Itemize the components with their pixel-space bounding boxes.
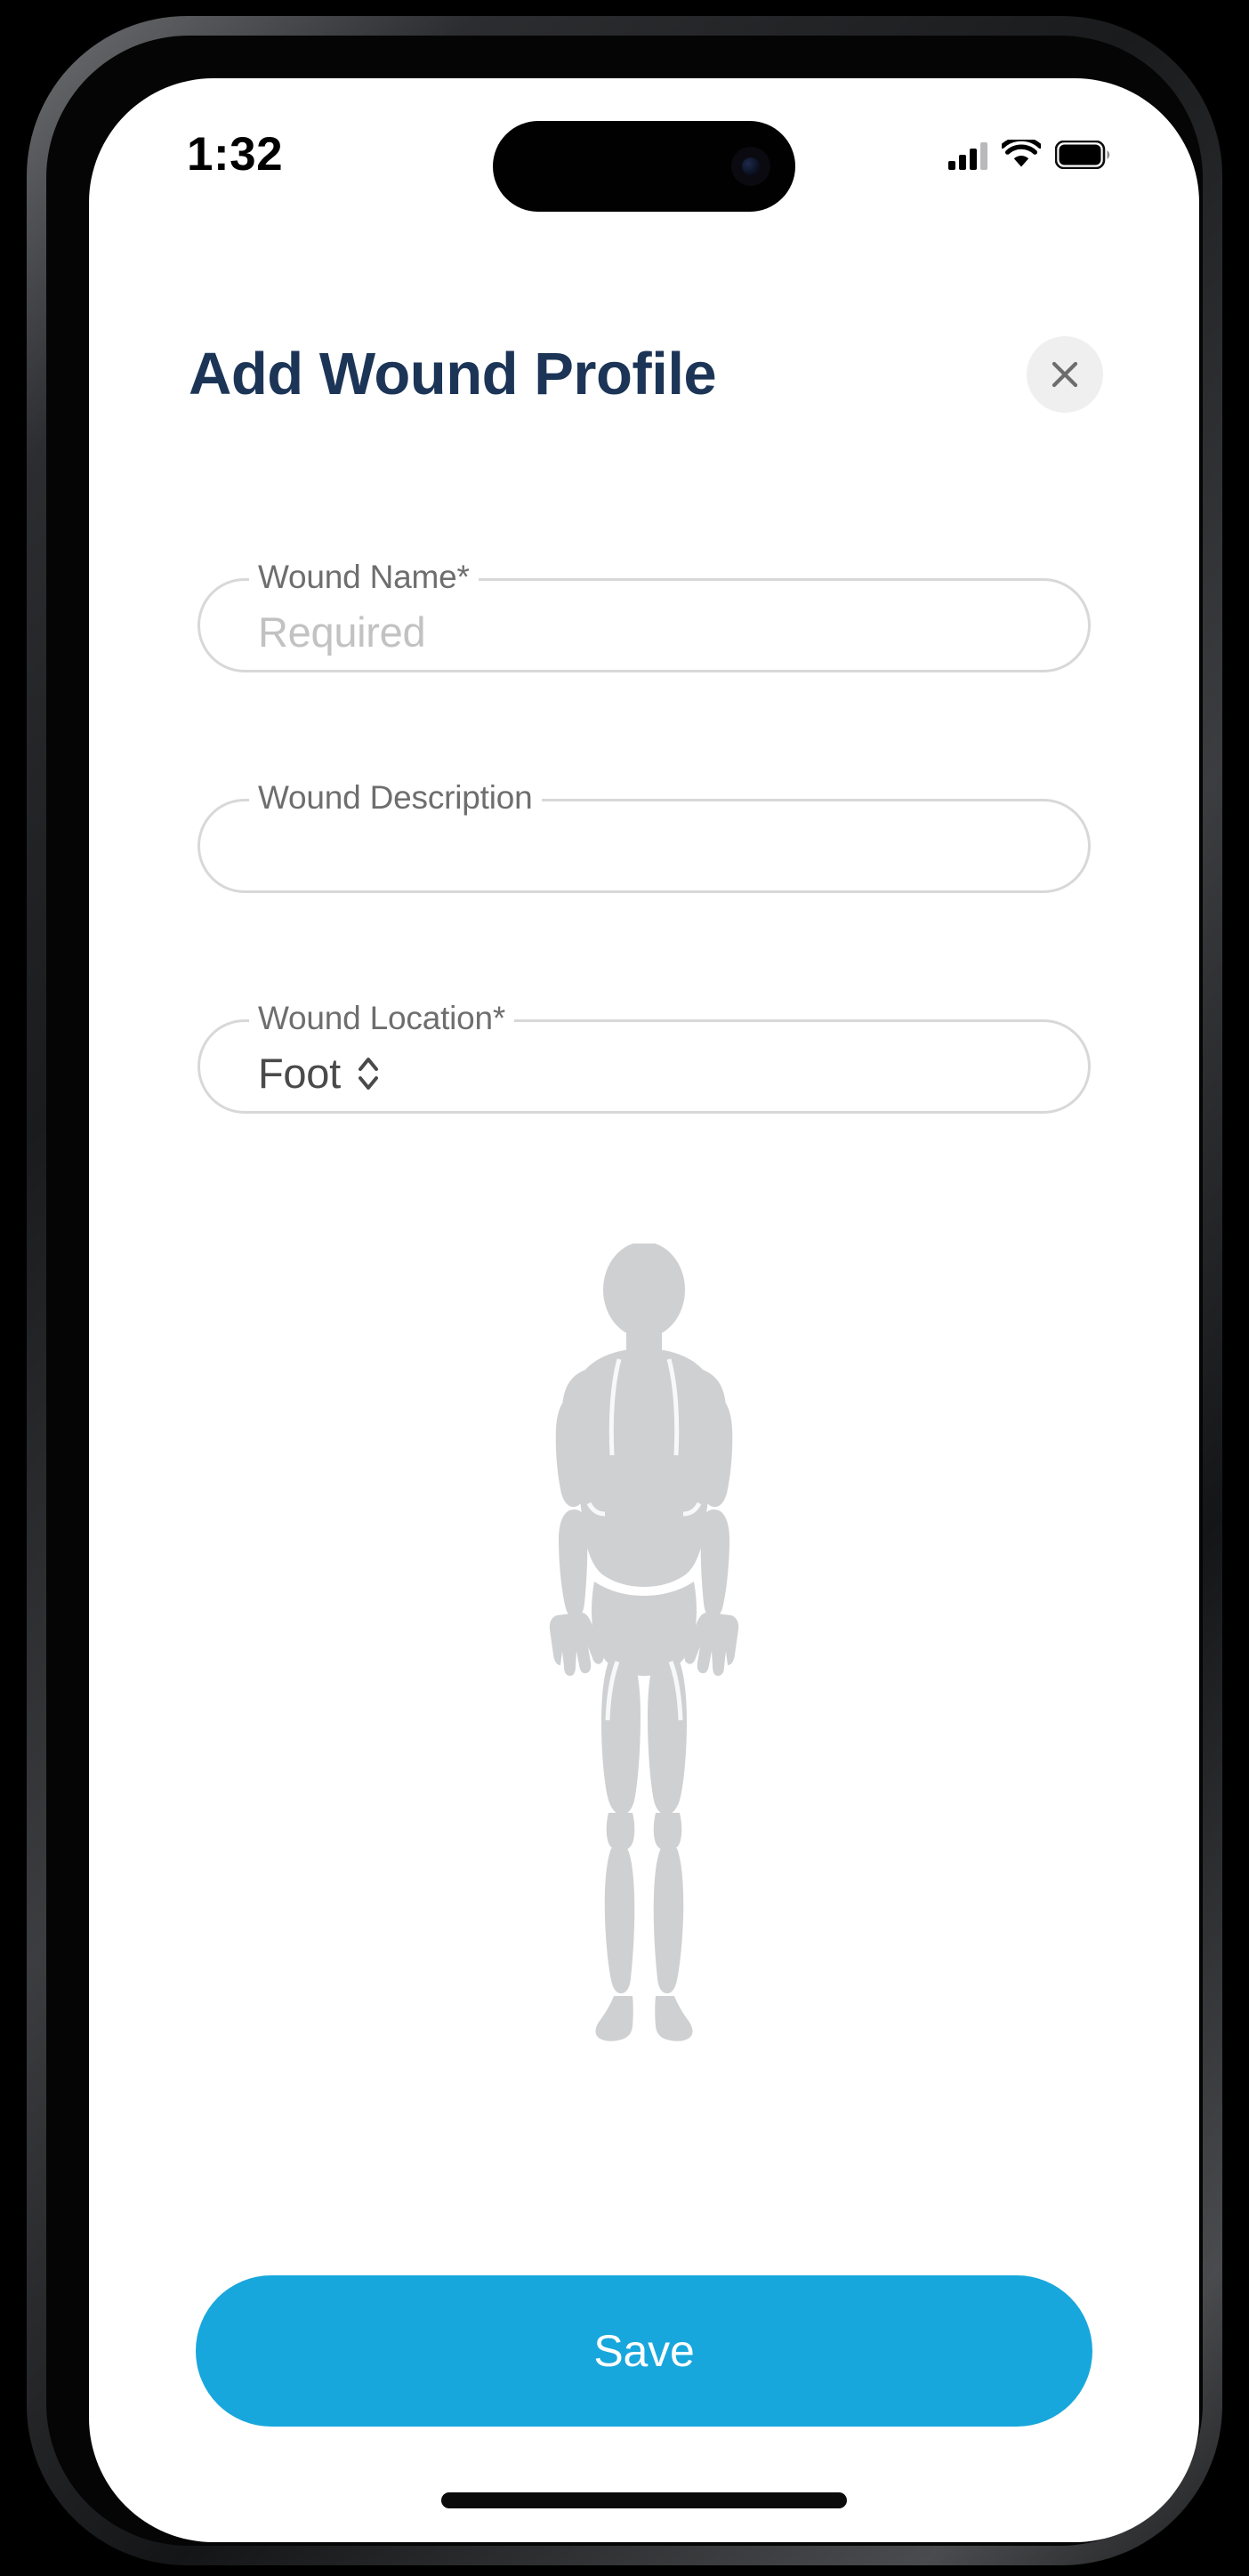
wifi-icon <box>1002 140 1041 170</box>
wound-location-picker[interactable]: Foot <box>258 1049 383 1098</box>
home-indicator[interactable] <box>441 2492 847 2508</box>
close-icon <box>1046 356 1084 393</box>
wound-profile-form: Wound Name* Required Wound Description W… <box>89 559 1199 1114</box>
front-camera-icon <box>731 147 770 186</box>
save-button[interactable]: Save <box>196 2275 1092 2427</box>
field-label-wound-location: Wound Location* <box>249 1000 515 1037</box>
battery-full-icon <box>1055 141 1110 169</box>
phone-bezel: 1:32 Add Wound Profile Wound Name* Requi… <box>46 36 1203 2546</box>
dynamic-island <box>493 121 795 212</box>
field-label-wound-name: Wound Name* <box>249 559 479 596</box>
field-wound-description[interactable]: Wound Description <box>197 779 1091 893</box>
phone-screen: 1:32 Add Wound Profile Wound Name* Requi… <box>89 78 1199 2542</box>
page-title: Add Wound Profile <box>189 340 717 407</box>
field-wound-location[interactable]: Wound Location* Foot <box>197 1000 1091 1114</box>
field-label-wound-description: Wound Description <box>249 779 542 817</box>
field-wound-name[interactable]: Wound Name* Required <box>197 559 1091 672</box>
status-time: 1:32 <box>187 127 284 181</box>
human-body-front-diagram[interactable] <box>484 1244 804 2089</box>
cellular-bars-icon <box>948 140 987 170</box>
wound-name-input[interactable]: Required <box>258 608 426 656</box>
status-icons <box>948 140 1110 170</box>
footer-action-bar: Save <box>89 2275 1199 2427</box>
chevron-up-down-icon[interactable] <box>353 1051 383 1097</box>
page-header: Add Wound Profile <box>89 336 1199 413</box>
phone-device-frame: 1:32 Add Wound Profile Wound Name* Requi… <box>27 16 1222 2565</box>
wound-location-value: Foot <box>258 1050 341 1097</box>
close-button[interactable] <box>1027 336 1103 413</box>
